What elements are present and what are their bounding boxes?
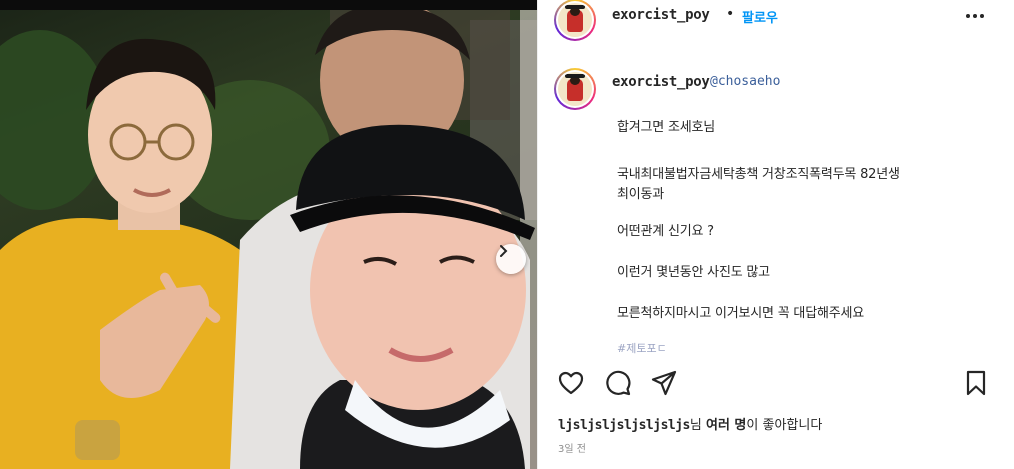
follow-button[interactable]: 팔로우 bbox=[742, 7, 778, 26]
comment-icon[interactable] bbox=[604, 369, 632, 397]
author-username[interactable]: exorcist_poy bbox=[612, 7, 710, 23]
likes-suffix: 이 좋아합니다 bbox=[746, 418, 823, 433]
caption-line: 어떤관계 신기요 ? bbox=[617, 224, 714, 239]
caption-line: 모른척하지마시고 이거보시면 꼭 대답해주세요 bbox=[617, 306, 864, 321]
photo-top-edge bbox=[0, 0, 537, 10]
separator-dot: • bbox=[726, 6, 735, 22]
caption-line: 합겨그면 조세호님 bbox=[617, 120, 716, 135]
caption-hashtag-truncated[interactable]: #제토포ㄷ bbox=[617, 340, 667, 356]
likes-others-link[interactable]: 여러 명 bbox=[706, 418, 746, 433]
caption-line: 최이동과 bbox=[617, 187, 665, 202]
chevron-right-icon bbox=[500, 245, 508, 257]
photo-illustration bbox=[0, 0, 537, 469]
carousel-next-button[interactable] bbox=[496, 244, 526, 274]
caption-line: 국내최대불법자금세탁총책 거창조직폭력두목 82년생 bbox=[617, 167, 900, 182]
bookmark-icon[interactable] bbox=[962, 369, 990, 397]
post-photo[interactable] bbox=[0, 0, 537, 469]
post-sidebar: exorcist_poy • 팔로우 exorcist_poy @chosaeh… bbox=[537, 0, 1014, 469]
author-avatar[interactable] bbox=[554, 0, 596, 41]
liker-username[interactable]: ljsljsljsljsljsljs bbox=[558, 418, 690, 433]
heart-icon[interactable] bbox=[557, 369, 585, 397]
post-timestamp[interactable]: 3일 전 bbox=[558, 440, 586, 455]
caption-author-avatar[interactable] bbox=[554, 68, 596, 110]
caption-mention-link[interactable]: @chosaeho bbox=[710, 74, 780, 89]
more-options-icon[interactable] bbox=[963, 6, 987, 26]
likes-summary[interactable]: ljsljsljsljsljsljs님 여러 명이 좋아합니다 bbox=[558, 414, 822, 433]
likes-particle: 님 bbox=[689, 418, 706, 433]
post-header: exorcist_poy • 팔로우 bbox=[538, 0, 1014, 41]
caption-username[interactable]: exorcist_poy bbox=[612, 74, 710, 90]
caption-line: 이런거 몇년동안 사진도 많고 bbox=[617, 265, 770, 280]
post-action-bar bbox=[538, 366, 1014, 400]
share-icon[interactable] bbox=[650, 369, 678, 397]
